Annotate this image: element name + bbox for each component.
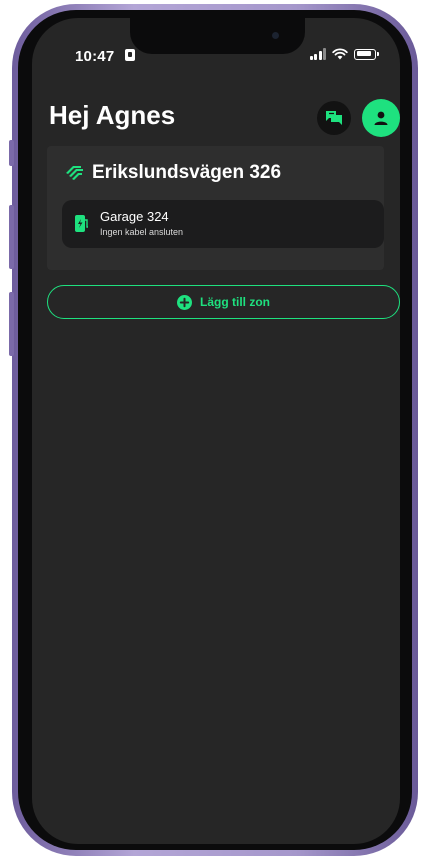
zone-status: Ingen kabel ansluten (100, 227, 184, 237)
add-zone-button[interactable]: Lägg till zon (47, 285, 400, 319)
zone-item[interactable]: Garage 324 Ingen kabel ansluten (62, 200, 384, 248)
side-button-volume-up (9, 205, 14, 269)
zone-name: Garage 324 (100, 209, 169, 224)
ev-charger-icon (75, 215, 88, 232)
notch (130, 18, 305, 54)
battery-icon (354, 48, 379, 60)
site-card: Erikslundsvägen 326 Garage 324 Ingen kab… (47, 146, 384, 270)
camera-icon (272, 32, 279, 39)
greeting-title: Hej Agnes (49, 100, 176, 130)
chat-button[interactable] (317, 101, 351, 135)
status-indicators (309, 48, 379, 60)
orientation-lock-icon (125, 49, 135, 61)
add-zone-label: Lägg till zon (200, 295, 270, 309)
plus-circle-icon (177, 294, 192, 310)
status-time: 10:47 (75, 48, 115, 65)
site-header: Erikslundsvägen 326 (64, 162, 281, 184)
wifi-icon (332, 48, 348, 60)
side-button-mute (9, 140, 14, 166)
app-screen: 10:47 Hej Agnes Erikslundsvägen 326 Gara… (32, 18, 400, 844)
location-tag-icon (66, 166, 83, 180)
site-title: Erikslundsvägen 326 (92, 162, 282, 183)
user-icon (374, 111, 388, 125)
chat-icon (326, 111, 342, 125)
side-button-volume-down (9, 292, 14, 356)
profile-button[interactable] (362, 99, 400, 137)
cellular-signal-icon (309, 48, 326, 60)
